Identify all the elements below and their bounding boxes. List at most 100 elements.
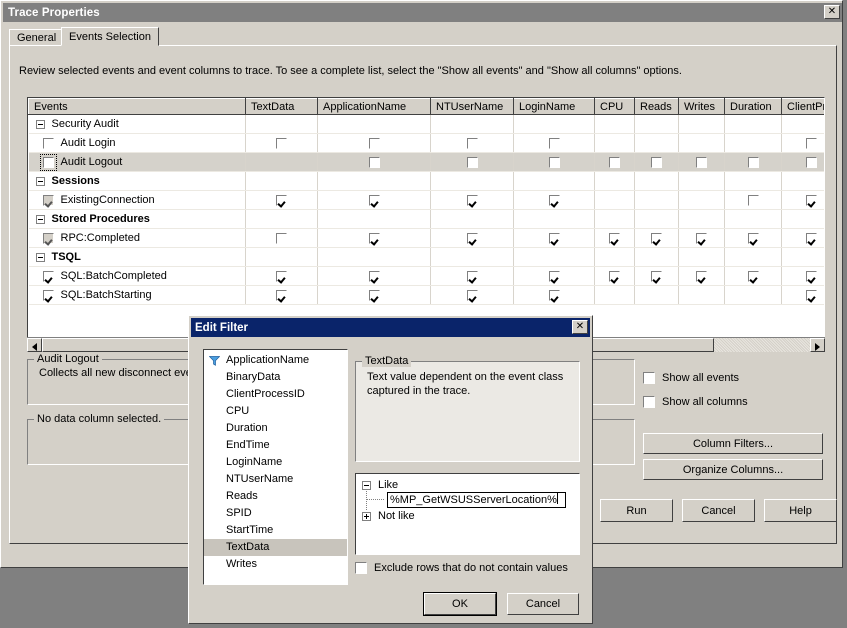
column-toggle-cell[interactable] <box>781 152 824 172</box>
filter-column-item[interactable]: LoginName <box>204 454 347 471</box>
column-toggle-cell[interactable] <box>317 133 431 153</box>
event-name-cell[interactable]: ExistingConnection <box>28 190 246 210</box>
col-reads[interactable]: Reads <box>634 98 679 115</box>
column-checkbox[interactable] <box>368 194 380 206</box>
column-toggle-cell[interactable] <box>634 266 679 286</box>
filter-column-item[interactable]: EndTime <box>204 437 347 454</box>
column-checkbox[interactable] <box>466 194 478 206</box>
tree-node-not-like[interactable]: Not like <box>362 510 415 522</box>
column-toggle-cell[interactable] <box>513 228 595 248</box>
col-loginname[interactable]: LoginName <box>513 98 595 115</box>
column-toggle-cell[interactable] <box>678 266 725 286</box>
edit-filter-cancel-button[interactable]: Cancel <box>507 593 579 615</box>
column-checkbox[interactable] <box>696 232 707 244</box>
checkbox-icon[interactable] <box>355 562 367 574</box>
close-icon[interactable]: ✕ <box>824 5 840 19</box>
column-checkbox[interactable] <box>548 232 560 244</box>
filter-column-item[interactable]: Duration <box>204 420 347 437</box>
table-row[interactable]: Audit Logout <box>28 152 824 172</box>
table-row[interactable]: TSQL <box>28 247 824 267</box>
event-enable-checkbox[interactable] <box>39 153 57 171</box>
expand-plus-icon[interactable] <box>362 511 371 521</box>
collapse-minus-icon[interactable] <box>362 480 371 490</box>
column-toggle-cell[interactable] <box>634 152 679 172</box>
column-toggle-cell[interactable] <box>724 190 782 210</box>
tree-node-like[interactable]: Like <box>362 479 398 491</box>
column-checkbox[interactable] <box>805 137 817 149</box>
column-toggle-cell[interactable] <box>781 190 824 210</box>
column-checkbox[interactable] <box>368 232 380 244</box>
help-button[interactable]: Help <box>764 499 837 522</box>
column-filters-button[interactable]: Column Filters... <box>643 433 823 454</box>
column-toggle-cell[interactable] <box>781 228 824 248</box>
column-checkbox[interactable] <box>747 232 759 244</box>
event-name-cell[interactable]: SQL:BatchStarting <box>28 285 246 305</box>
event-name-cell[interactable]: Audit Logout <box>28 152 246 172</box>
table-row[interactable]: RPC:Completed <box>28 228 824 248</box>
column-checkbox[interactable] <box>466 289 478 301</box>
scroll-left-arrow-icon[interactable] <box>27 338 42 352</box>
column-toggle-cell[interactable] <box>724 228 782 248</box>
column-toggle-cell[interactable] <box>430 266 514 286</box>
column-checkbox[interactable] <box>276 194 287 206</box>
col-writes[interactable]: Writes <box>678 98 725 115</box>
col-clientprocess[interactable]: ClientProcess <box>781 98 824 115</box>
event-enable-checkbox[interactable] <box>42 194 54 206</box>
filter-column-item[interactable]: TextData <box>204 539 347 556</box>
column-checkbox[interactable] <box>548 289 560 301</box>
column-checkbox[interactable] <box>276 137 287 149</box>
column-toggle-cell[interactable] <box>317 152 431 172</box>
event-name-cell[interactable]: TSQL <box>28 247 246 267</box>
column-checkbox[interactable] <box>368 137 380 149</box>
column-toggle-cell[interactable] <box>245 228 318 248</box>
event-enable-checkbox[interactable] <box>42 289 54 301</box>
filter-column-item[interactable]: ApplicationName <box>204 352 347 369</box>
filter-column-item[interactable]: SPID <box>204 505 347 522</box>
window-titlebar[interactable]: Trace Properties ✕ <box>3 3 842 22</box>
tab-events-selection[interactable]: Events Selection <box>61 27 159 46</box>
column-toggle-cell[interactable] <box>678 228 725 248</box>
column-checkbox[interactable] <box>466 156 478 168</box>
column-checkbox[interactable] <box>747 270 759 282</box>
column-checkbox[interactable] <box>548 270 560 282</box>
column-toggle-cell[interactable] <box>634 228 679 248</box>
filter-column-item[interactable]: Writes <box>204 556 347 573</box>
column-toggle-cell[interactable] <box>430 190 514 210</box>
column-checkbox[interactable] <box>548 194 560 206</box>
column-toggle-cell[interactable] <box>513 266 595 286</box>
column-toggle-cell[interactable] <box>594 152 635 172</box>
close-icon[interactable]: ✕ <box>572 320 588 334</box>
collapse-minus-icon[interactable] <box>35 176 45 186</box>
checkbox-icon[interactable] <box>643 396 655 408</box>
column-toggle-cell[interactable] <box>430 285 514 305</box>
filter-column-item[interactable]: BinaryData <box>204 369 347 386</box>
col-events[interactable]: Events <box>28 98 246 115</box>
column-toggle-cell[interactable] <box>781 266 824 286</box>
scrollbar-track[interactable] <box>714 338 810 352</box>
column-toggle-cell[interactable] <box>724 152 782 172</box>
column-toggle-cell[interactable] <box>430 133 514 153</box>
column-checkbox[interactable] <box>805 270 817 282</box>
checkbox-icon[interactable] <box>643 372 655 384</box>
column-checkbox[interactable] <box>805 232 817 244</box>
tab-general[interactable]: General <box>9 29 65 46</box>
table-row[interactable]: Stored Procedures <box>28 209 824 229</box>
column-toggle-cell[interactable] <box>245 190 318 210</box>
column-checkbox[interactable] <box>805 194 817 206</box>
event-enable-checkbox[interactable] <box>42 232 54 244</box>
collapse-minus-icon[interactable] <box>35 119 45 129</box>
event-name-cell[interactable]: Sessions <box>28 171 246 191</box>
column-checkbox[interactable] <box>747 194 759 206</box>
collapse-minus-icon[interactable] <box>35 252 45 262</box>
column-toggle-cell[interactable] <box>317 266 431 286</box>
column-checkbox[interactable] <box>747 156 759 168</box>
events-grid[interactable]: Events TextData ApplicationName NTUserNa… <box>27 97 825 352</box>
column-toggle-cell[interactable] <box>245 266 318 286</box>
column-checkbox[interactable] <box>466 137 478 149</box>
table-row[interactable]: SQL:BatchStarting <box>28 285 824 305</box>
column-checkbox[interactable] <box>696 156 707 168</box>
cancel-button[interactable]: Cancel <box>682 499 755 522</box>
column-toggle-cell[interactable] <box>781 133 824 153</box>
event-name-cell[interactable]: Audit Login <box>28 133 246 153</box>
col-ntusername[interactable]: NTUserName <box>430 98 514 115</box>
